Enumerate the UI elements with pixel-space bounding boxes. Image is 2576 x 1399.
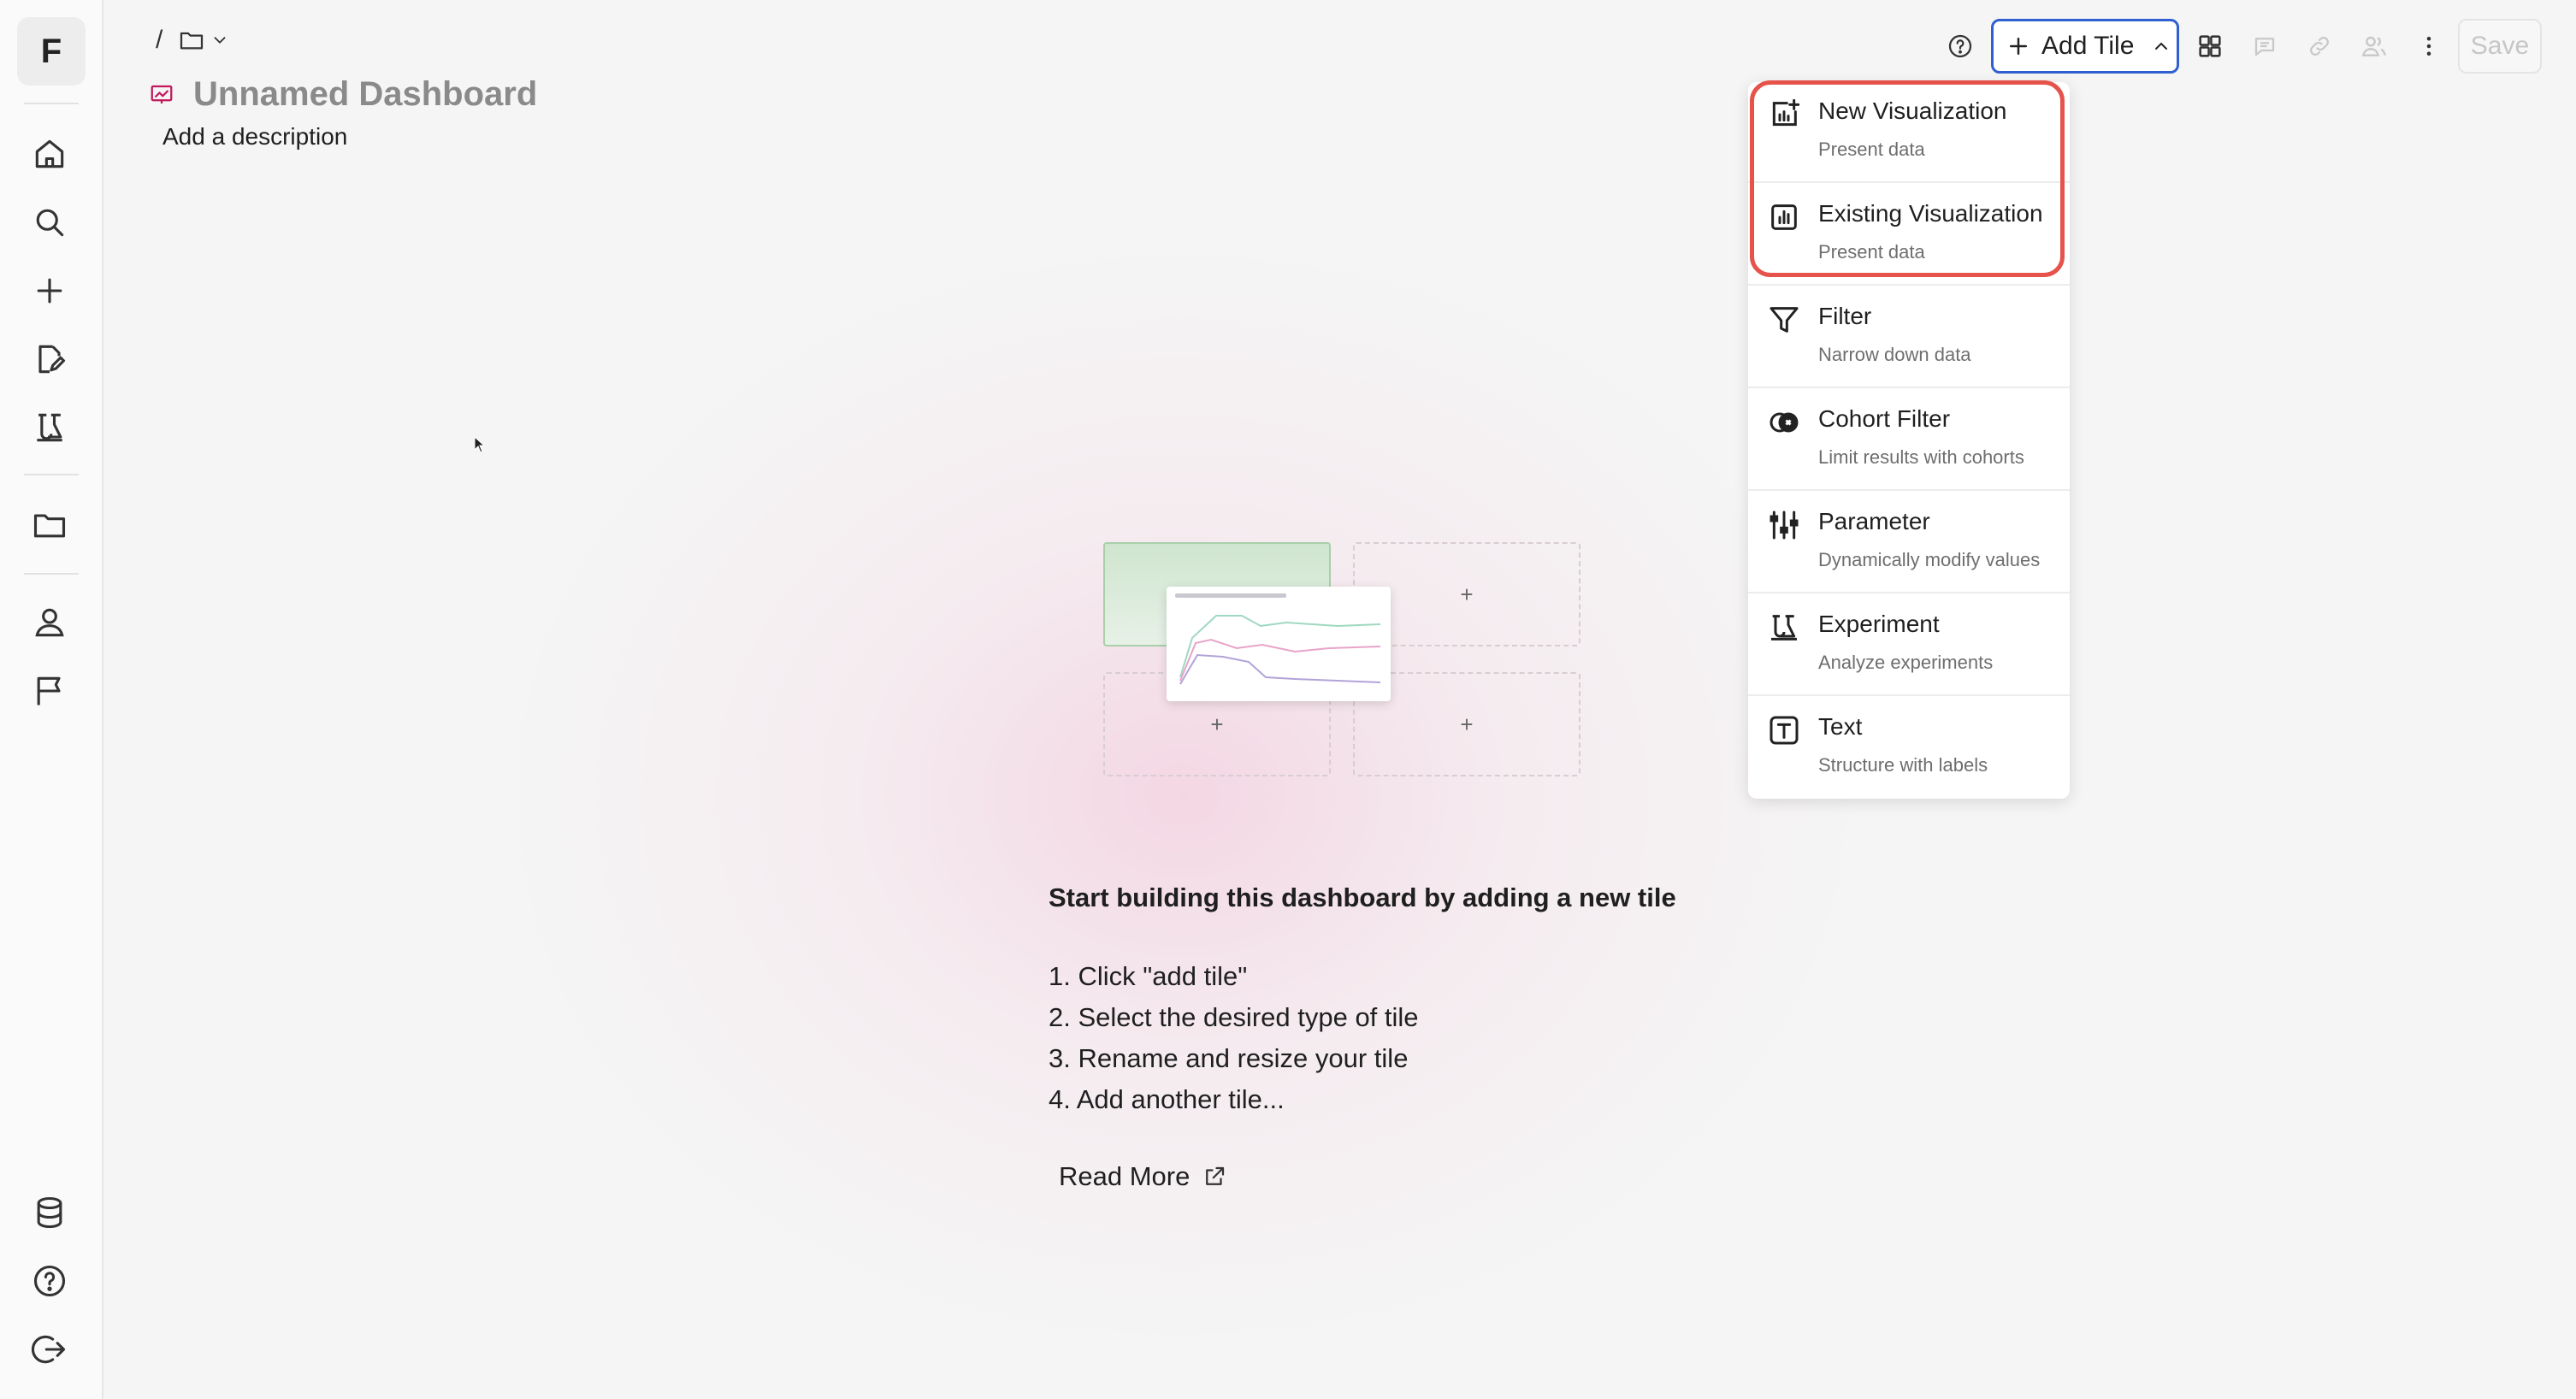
menu-item-subtitle: Structure with labels — [1818, 754, 1988, 776]
empty-state-steps: 1. Click "add tile" 2. Select the desire… — [1049, 956, 1419, 1120]
menu-item-experiment[interactable]: Experiment Analyze experiments — [1748, 595, 2070, 696]
plus-icon[interactable] — [31, 272, 68, 310]
dashboard-canvas: / Unnamed Dashboard Add a description + … — [104, 0, 2576, 1399]
dashboard-icon — [151, 85, 173, 103]
share-link-button[interactable] — [2292, 19, 2347, 74]
filter-icon — [1770, 307, 1799, 333]
empty-state-illustration: + + + — [1103, 542, 1603, 780]
experiment-icon[interactable] — [31, 409, 68, 446]
help-icon — [1948, 34, 1972, 58]
step-item: 4. Add another tile... — [1049, 1084, 1285, 1114]
sidebar-divider — [24, 474, 79, 475]
menu-item-subtitle: Present data — [1818, 241, 1925, 263]
menu-item-subtitle: Narrow down data — [1818, 344, 1971, 365]
read-more-label: Read More — [1059, 1161, 1191, 1191]
menu-item-title: Existing Visualization — [1818, 200, 2043, 227]
menu-item-title: Parameter — [1818, 508, 1930, 534]
menu-item-title: Cohort Filter — [1818, 405, 1951, 432]
read-more-link[interactable]: Read More — [1059, 1161, 1227, 1192]
sidebar-divider — [24, 103, 79, 104]
step-item: 3. Rename and resize your tile — [1049, 1043, 1409, 1073]
grid-icon — [2199, 35, 2221, 57]
text-icon — [1770, 716, 1799, 745]
menu-item-existing-visualization[interactable]: Existing Visualization Present data — [1748, 185, 2070, 286]
comment-icon — [2254, 38, 2275, 56]
help-icon[interactable] — [31, 1262, 68, 1300]
more-options-button[interactable] — [2402, 19, 2456, 74]
edit-document-icon[interactable] — [31, 340, 68, 378]
dashboard-description[interactable]: Add a description — [162, 123, 347, 151]
menu-item-new-visualization[interactable]: New Visualization Present data — [1748, 82, 2070, 183]
add-tile-menu: New Visualization Present data Existing … — [1748, 82, 2070, 799]
menu-item-title: New Visualization — [1818, 97, 2007, 124]
cohort-filter-icon — [1770, 412, 1799, 433]
sidebar-divider — [24, 573, 79, 575]
chevron-up-icon — [2155, 42, 2168, 50]
existing-visualization-icon — [1771, 204, 1797, 230]
empty-state-heading: Start building this dashboard by adding … — [1049, 882, 1676, 912]
add-tile-label: Add Tile — [2041, 32, 2135, 60]
menu-item-parameter[interactable]: Parameter Dynamically modify values — [1748, 493, 2070, 593]
dashboard-title[interactable]: Unnamed Dashboard — [193, 75, 537, 114]
menu-item-title: Experiment — [1818, 611, 1940, 637]
mouse-cursor-icon — [474, 436, 484, 453]
plus-icon — [2010, 38, 2027, 55]
menu-item-title: Filter — [1818, 303, 1872, 329]
menu-item-subtitle: Analyze experiments — [1818, 652, 1994, 673]
dashboard-title-row: Unnamed Dashboard — [149, 75, 537, 114]
new-visualization-icon — [1772, 98, 1800, 127]
menu-item-title: Text — [1818, 713, 1863, 740]
share-users-button[interactable] — [2347, 19, 2402, 74]
more-vertical-icon — [2426, 37, 2431, 56]
app-logo[interactable]: F — [17, 17, 86, 86]
toolbar: Add Tile Save — [104, 19, 2576, 74]
logout-icon[interactable] — [31, 1331, 68, 1368]
database-icon[interactable] — [31, 1194, 68, 1231]
menu-item-subtitle: Limit results with cohorts — [1818, 446, 2024, 468]
layout-grid-button[interactable] — [2183, 19, 2237, 74]
home-icon[interactable] — [31, 135, 68, 173]
experiment-icon — [1771, 615, 1797, 640]
menu-item-filter[interactable]: Filter Narrow down data — [1748, 287, 2070, 388]
step-item: 2. Select the desired type of tile — [1049, 1002, 1419, 1032]
mini-line-chart — [1175, 593, 1381, 685]
comments-button[interactable] — [2237, 19, 2292, 74]
menu-item-text[interactable]: Text Structure with labels — [1748, 698, 2070, 799]
users-icon — [2361, 36, 2386, 56]
menu-item-subtitle: Present data — [1818, 139, 1925, 160]
chart-preview-card — [1167, 587, 1391, 701]
link-icon — [2310, 37, 2329, 56]
sidebar: F — [0, 0, 103, 1399]
external-link-icon — [1206, 1166, 1225, 1185]
help-button[interactable] — [1933, 19, 1988, 74]
save-button[interactable]: Save — [2458, 19, 2542, 74]
flag-icon[interactable] — [31, 672, 68, 710]
parameter-icon — [1770, 511, 1799, 540]
user-icon[interactable] — [31, 604, 68, 641]
step-item: 1. Click "add tile" — [1049, 961, 1248, 991]
menu-item-cohort-filter[interactable]: Cohort Filter Limit results with cohorts — [1748, 390, 2070, 491]
folder-icon[interactable] — [31, 506, 68, 544]
menu-item-subtitle: Dynamically modify values — [1818, 549, 2041, 570]
add-tile-button[interactable]: Add Tile — [1991, 19, 2179, 74]
search-icon[interactable] — [31, 204, 68, 241]
